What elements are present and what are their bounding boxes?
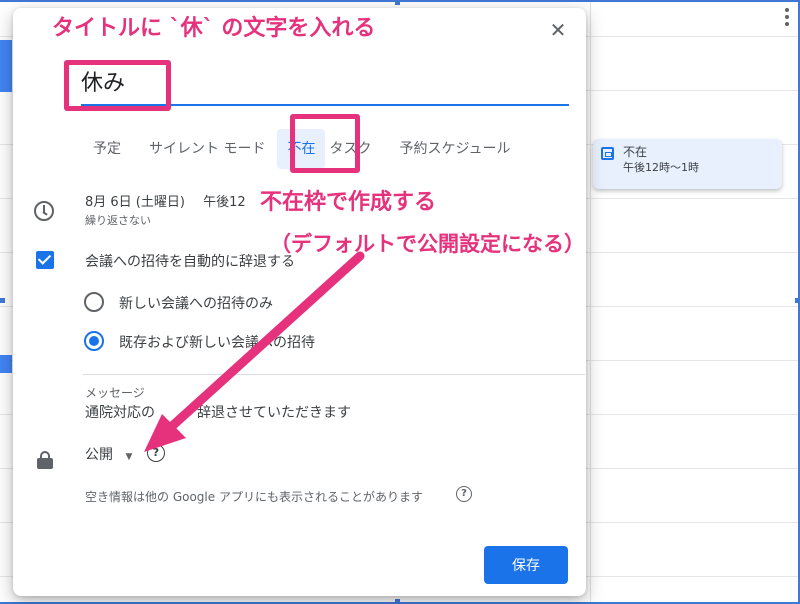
annotation-arrow-shaft	[165, 251, 365, 433]
annotation-arrow	[144, 251, 365, 452]
